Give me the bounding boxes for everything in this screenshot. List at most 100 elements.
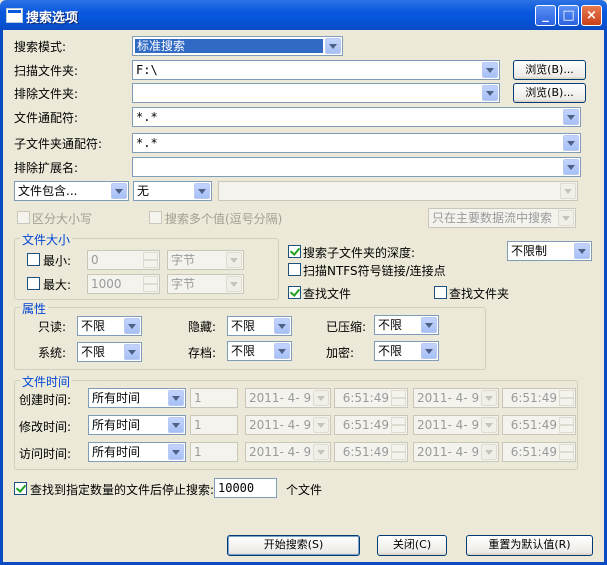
- chevron-down-icon[interactable]: [124, 318, 140, 334]
- find-files-checkbox[interactable]: [288, 286, 301, 299]
- date-to-picker[interactable]: 2011- 4- 9: [413, 415, 499, 435]
- spin-down-icon[interactable]: [559, 425, 574, 433]
- chevron-down-icon[interactable]: [313, 417, 329, 433]
- contains-option-select[interactable]: 无: [133, 181, 212, 201]
- chevron-down-icon[interactable]: [481, 390, 497, 406]
- readonly-select[interactable]: 不限: [77, 316, 142, 336]
- subfolder-wildcard-select[interactable]: *.*: [132, 133, 581, 153]
- chevron-down-icon[interactable]: [563, 109, 579, 125]
- chevron-down-icon[interactable]: [482, 85, 498, 101]
- time-from-input[interactable]: 6:51:49: [334, 388, 408, 408]
- chevron-down-icon[interactable]: [194, 183, 210, 199]
- time-mode-select[interactable]: 所有时间: [88, 415, 186, 435]
- chevron-down-icon[interactable]: [482, 62, 498, 78]
- multi-values-checkbox[interactable]: [149, 211, 162, 224]
- time-mode-select[interactable]: 所有时间: [88, 442, 186, 462]
- chevron-down-icon[interactable]: [274, 318, 290, 334]
- reset-defaults-button[interactable]: 重置为默认值(R): [466, 535, 593, 556]
- spin-down-icon[interactable]: [143, 284, 158, 292]
- time-to-input[interactable]: 6:51:49: [502, 388, 576, 408]
- chevron-down-icon[interactable]: [563, 159, 579, 175]
- contains-mode-select[interactable]: 文件包含...: [14, 181, 129, 201]
- chevron-down-icon[interactable]: [421, 343, 437, 359]
- compressed-select[interactable]: 不限: [374, 315, 439, 335]
- chevron-down-icon[interactable]: [313, 444, 329, 460]
- spin-up-icon[interactable]: [559, 390, 574, 398]
- spin-down-icon[interactable]: [391, 452, 406, 460]
- chevron-down-icon[interactable]: [111, 183, 127, 199]
- chevron-down-icon[interactable]: [560, 183, 576, 199]
- chevron-down-icon[interactable]: [325, 38, 341, 54]
- chevron-down-icon[interactable]: [168, 417, 184, 433]
- spin-down-icon[interactable]: [559, 452, 574, 460]
- find-folders-checkbox[interactable]: [434, 286, 447, 299]
- date-to-picker[interactable]: 2011- 4- 9: [413, 442, 499, 462]
- time-to-input[interactable]: 6:51:49: [502, 415, 576, 435]
- hidden-select[interactable]: 不限: [227, 316, 292, 336]
- min-size-checkbox[interactable]: [27, 253, 40, 266]
- scan-ntfs-checkbox[interactable]: [288, 263, 301, 276]
- search-mode-select[interactable]: 标准搜索: [132, 36, 343, 56]
- chevron-down-icon[interactable]: [313, 390, 329, 406]
- stop-after-checkbox[interactable]: [14, 482, 27, 495]
- date-to-picker[interactable]: 2011- 4- 9: [413, 388, 499, 408]
- scan-folder-select[interactable]: F:\: [132, 60, 500, 80]
- exclude-folder-select[interactable]: [132, 83, 500, 103]
- max-size-checkbox[interactable]: [27, 277, 40, 290]
- time-from-input[interactable]: 6:51:49: [334, 442, 408, 462]
- system-select[interactable]: 不限: [77, 342, 142, 362]
- close-button[interactable]: 关闭(C): [377, 535, 447, 556]
- encrypted-select[interactable]: 不限: [374, 341, 439, 361]
- time-from-input[interactable]: 6:51:49: [334, 415, 408, 435]
- time-num-input[interactable]: 1: [190, 388, 238, 408]
- archive-select[interactable]: 不限: [227, 341, 292, 361]
- time-num-input[interactable]: 1: [190, 442, 238, 462]
- chevron-down-icon[interactable]: [168, 390, 184, 406]
- stop-after-input[interactable]: 10000: [214, 478, 277, 498]
- chevron-down-icon[interactable]: [226, 276, 242, 292]
- spin-up-icon[interactable]: [559, 417, 574, 425]
- date-from-picker[interactable]: 2011- 4- 9: [245, 415, 331, 435]
- spin-up-icon[interactable]: [559, 444, 574, 452]
- stream-select[interactable]: 只在主要数据流中搜索: [428, 208, 576, 228]
- title-bar[interactable]: [0, 0, 607, 30]
- chevron-down-icon[interactable]: [421, 317, 437, 333]
- date-from-picker[interactable]: 2011- 4- 9: [245, 442, 331, 462]
- chevron-down-icon[interactable]: [481, 444, 497, 460]
- date-from-picker[interactable]: 2011- 4- 9: [245, 388, 331, 408]
- contains-text-select[interactable]: [218, 181, 578, 201]
- minimize-icon[interactable]: _: [535, 5, 556, 26]
- spin-up-icon[interactable]: [143, 252, 158, 260]
- maximize-icon[interactable]: □: [558, 5, 579, 26]
- time-num-input[interactable]: 1: [190, 415, 238, 435]
- start-search-button[interactable]: 开始搜索(S): [227, 535, 360, 556]
- spin-down-icon[interactable]: [559, 398, 574, 406]
- subfolder-depth-select[interactable]: 不限制: [507, 241, 592, 261]
- exclude-folder-browse-button[interactable]: 浏览(B)...: [513, 83, 586, 103]
- spin-down-icon[interactable]: [391, 425, 406, 433]
- time-mode-select[interactable]: 所有时间: [88, 388, 186, 408]
- spin-up-icon[interactable]: [391, 444, 406, 452]
- chevron-down-icon[interactable]: [481, 417, 497, 433]
- spin-up-icon[interactable]: [143, 276, 158, 284]
- spin-up-icon[interactable]: [391, 417, 406, 425]
- max-size-input[interactable]: 1000: [87, 274, 160, 294]
- spin-up-icon[interactable]: [391, 390, 406, 398]
- close-icon[interactable]: ×: [581, 5, 602, 26]
- chevron-down-icon[interactable]: [168, 444, 184, 460]
- chevron-down-icon[interactable]: [563, 135, 579, 151]
- chevron-down-icon[interactable]: [226, 252, 242, 268]
- file-wildcard-select[interactable]: *.*: [132, 107, 581, 127]
- chevron-down-icon[interactable]: [274, 343, 290, 359]
- max-size-unit-select[interactable]: 字节: [167, 274, 244, 294]
- scan-folder-browse-button[interactable]: 浏览(B)...: [513, 60, 586, 80]
- spin-down-icon[interactable]: [143, 260, 158, 268]
- min-size-unit-select[interactable]: 字节: [167, 250, 244, 270]
- chevron-down-icon[interactable]: [574, 243, 590, 259]
- exclude-ext-select[interactable]: [132, 157, 581, 177]
- time-to-input[interactable]: 6:51:49: [502, 442, 576, 462]
- min-size-input[interactable]: 0: [87, 250, 160, 270]
- chevron-down-icon[interactable]: [124, 344, 140, 360]
- case-sensitive-checkbox[interactable]: [17, 211, 30, 224]
- subfolder-depth-checkbox[interactable]: [288, 245, 301, 258]
